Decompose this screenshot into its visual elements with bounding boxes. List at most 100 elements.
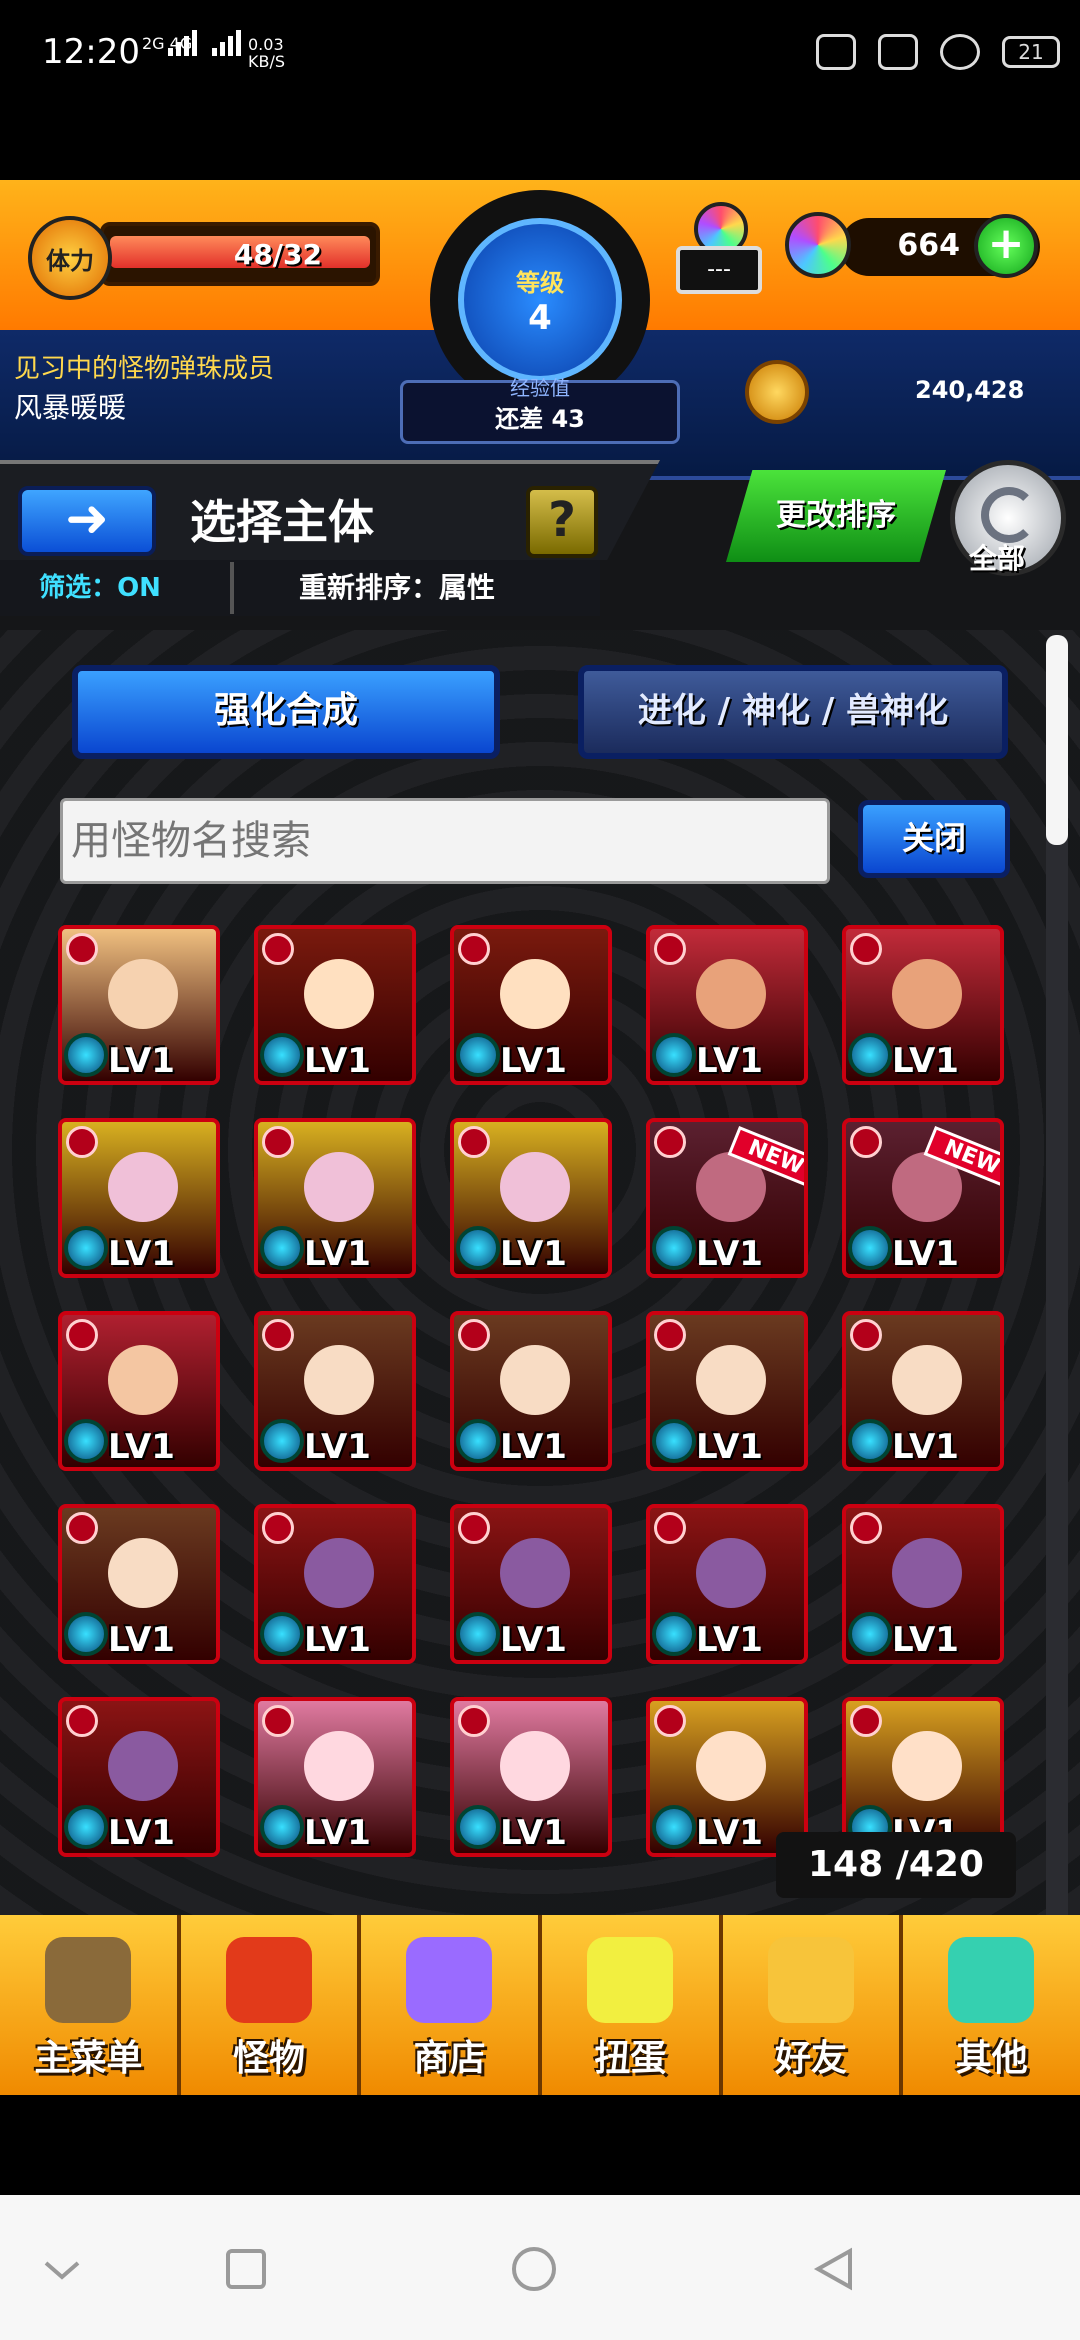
- monster-card[interactable]: LV1: [254, 1504, 416, 1664]
- box-count: 148 /420: [776, 1832, 1016, 1898]
- status-icons: 21: [816, 34, 1060, 70]
- monster-card[interactable]: LV1: [842, 1311, 1004, 1471]
- fire-element-icon: [66, 933, 98, 965]
- monster-portrait: [696, 959, 766, 1029]
- monster-card[interactable]: LV1: [58, 1697, 220, 1857]
- luck-orb-icon: [64, 1419, 108, 1463]
- stamina-bar: 48/32: [100, 222, 380, 286]
- nav-home-icon[interactable]: [510, 2245, 558, 2293]
- luck-orb-icon: [848, 1419, 892, 1463]
- tab-evolve[interactable]: 进化 / 神化 / 兽神化: [578, 665, 1008, 759]
- luck-orb-icon: [848, 1612, 892, 1656]
- monster-portrait: [108, 1538, 178, 1608]
- menu-item[interactable]: 怪物: [181, 1915, 362, 2095]
- monster-icon: [225, 1937, 312, 2023]
- status-time: 12:20: [42, 32, 140, 72]
- monster-card[interactable]: LV1: [450, 1311, 612, 1471]
- back-button[interactable]: ➜: [18, 486, 156, 556]
- menu-item[interactable]: 商店: [361, 1915, 543, 2095]
- refresh-all-button[interactable]: 全部: [950, 460, 1066, 576]
- sort-option[interactable]: 重新排序：属性: [230, 562, 560, 614]
- battery-icon: 21: [1002, 36, 1060, 68]
- scrollbar-thumb[interactable]: [1046, 635, 1068, 845]
- monster-level: LV1: [108, 1041, 175, 1081]
- monster-portrait: [892, 1538, 962, 1608]
- fire-element-icon: [458, 933, 490, 965]
- monster-level: LV1: [500, 1234, 567, 1274]
- fire-element-icon: [262, 933, 294, 965]
- monster-level: LV1: [304, 1813, 371, 1853]
- search-input[interactable]: [60, 798, 830, 884]
- luck-orb-icon: [652, 1805, 696, 1849]
- gem-value: 664: [897, 228, 960, 263]
- monster-level: LV1: [500, 1813, 567, 1853]
- luck-orb-icon: [652, 1612, 696, 1656]
- monster-portrait: [500, 1345, 570, 1415]
- monster-card[interactable]: LV1: [646, 1311, 808, 1471]
- monster-card[interactable]: LV1 NEW: [646, 1118, 808, 1278]
- monster-card[interactable]: LV1: [254, 1118, 416, 1278]
- luck-orb-icon: [848, 1033, 892, 1077]
- luck-orb-icon: [456, 1419, 500, 1463]
- menu-item[interactable]: 扭蛋: [542, 1915, 723, 2095]
- nav-down-icon[interactable]: [38, 2245, 86, 2293]
- help-button[interactable]: ?: [526, 486, 598, 558]
- monster-card[interactable]: LV1 NEW: [842, 1118, 1004, 1278]
- network-speed-unit: KB/S: [248, 52, 286, 71]
- monster-card[interactable]: LV1: [254, 1697, 416, 1857]
- lucky-orb-badge[interactable]: ---: [676, 202, 766, 302]
- gem-icon: [785, 212, 851, 278]
- monster-card[interactable]: LV1: [842, 925, 1004, 1085]
- luck-orb-icon: [260, 1805, 304, 1849]
- monster-portrait: [304, 1152, 374, 1222]
- monster-portrait: [500, 1731, 570, 1801]
- nav-back-icon[interactable]: [810, 2245, 858, 2293]
- monster-card[interactable]: LV1: [646, 925, 808, 1085]
- nav-recents-icon[interactable]: [222, 2245, 270, 2293]
- fire-element-icon: [262, 1512, 294, 1544]
- scrollbar[interactable]: [1046, 635, 1068, 2095]
- monster-portrait: [892, 959, 962, 1029]
- monster-card[interactable]: LV1: [450, 1697, 612, 1857]
- monster-card[interactable]: LV1: [450, 1118, 612, 1278]
- add-gems-button[interactable]: +: [974, 214, 1038, 278]
- menu-item[interactable]: 其他: [903, 1915, 1080, 2095]
- reorder-button[interactable]: 更改排序: [726, 470, 946, 562]
- monster-portrait: [304, 1538, 374, 1608]
- monster-card[interactable]: LV1: [58, 1504, 220, 1664]
- monster-card[interactable]: LV1: [842, 1504, 1004, 1664]
- exp-label: 经验值: [510, 376, 570, 400]
- menu-item[interactable]: 好友: [723, 1915, 904, 2095]
- monster-card[interactable]: LV1: [254, 1311, 416, 1471]
- luck-orb-icon: [64, 1805, 108, 1849]
- monster-portrait: [304, 1345, 374, 1415]
- monster-card[interactable]: LV1: [450, 925, 612, 1085]
- coin-value: 240,428: [915, 376, 1025, 404]
- menu-item[interactable]: 主菜单: [0, 1915, 181, 2095]
- monster-card[interactable]: LV1: [450, 1504, 612, 1664]
- monster-card[interactable]: LV1: [58, 1118, 220, 1278]
- monster-card[interactable]: LV1: [646, 1504, 808, 1664]
- monster-card[interactable]: LV1: [254, 925, 416, 1085]
- monster-level: LV1: [108, 1813, 175, 1853]
- monster-card[interactable]: LV1: [58, 925, 220, 1085]
- monster-portrait: [304, 959, 374, 1029]
- monster-row: LV1 LV1 LV1 LV1 LV1: [58, 1504, 1018, 1664]
- level-circle: 等级 4: [458, 218, 622, 382]
- monster-portrait: [108, 1345, 178, 1415]
- menu-label: 扭蛋: [594, 2038, 667, 2079]
- fire-element-icon: [654, 1319, 686, 1351]
- monster-level: LV1: [500, 1427, 567, 1467]
- luck-orb-icon: [848, 1226, 892, 1270]
- filter-toggle[interactable]: 筛选：ON: [0, 562, 200, 614]
- fire-element-icon: [850, 1512, 882, 1544]
- monster-card[interactable]: LV1: [58, 1311, 220, 1471]
- fire-element-icon: [262, 1705, 294, 1737]
- monster-portrait: [892, 1731, 962, 1801]
- close-button[interactable]: 关闭: [858, 800, 1010, 878]
- menu-label: 商店: [413, 2038, 486, 2079]
- tab-enhance[interactable]: 强化合成: [72, 665, 500, 759]
- monster-portrait: [696, 1345, 766, 1415]
- battery-level: 21: [1018, 40, 1044, 64]
- fire-element-icon: [66, 1512, 98, 1544]
